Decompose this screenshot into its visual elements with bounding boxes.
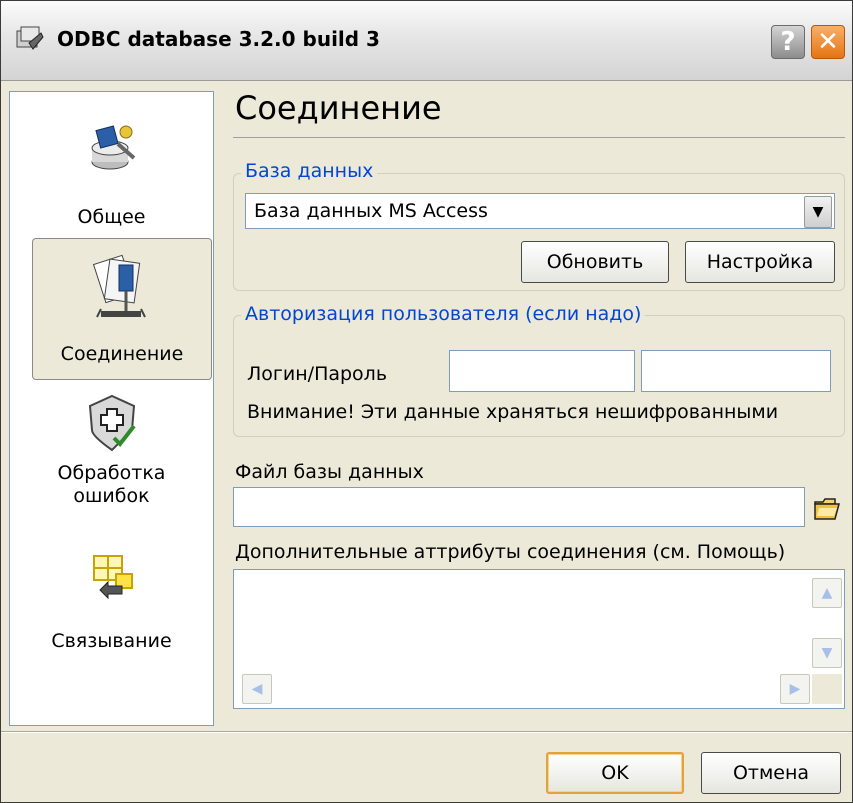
db-file-input[interactable] (233, 487, 805, 527)
password-field[interactable] (641, 350, 831, 392)
scroll-right-icon[interactable]: ▶ (780, 674, 810, 704)
settings-button[interactable]: Настройка (685, 241, 835, 283)
extra-attrs-label: Дополнительные аттрибуты соединения (см.… (235, 541, 786, 563)
login-field[interactable] (449, 350, 635, 392)
scroll-down-icon[interactable]: ▼ (812, 638, 842, 668)
sidebar-item-label: Общее (77, 206, 146, 228)
database-select[interactable]: База данных MS Access ▼ (245, 193, 835, 229)
scroll-corner (812, 674, 842, 704)
login-password-label: Логин/Пароль (247, 363, 388, 385)
title-divider (233, 137, 845, 138)
chevron-down-icon[interactable]: ▼ (804, 196, 832, 228)
footer-divider (1, 731, 852, 733)
sidebar-item-label: Связывание (51, 630, 172, 652)
cancel-button[interactable]: Отмена (701, 752, 841, 794)
app-icon (16, 26, 44, 50)
sidebar-item-error-handling[interactable]: Обработка ошибок (10, 392, 213, 522)
database-group-label: База данных (241, 160, 378, 182)
error-handling-icon (88, 394, 136, 452)
page-title: Соединение (235, 89, 442, 127)
sidebar-item-label: Обработка ошибок (57, 462, 166, 507)
scroll-left-icon[interactable]: ◀ (242, 674, 272, 704)
sidebar-item-binding[interactable]: Связывание (10, 542, 213, 672)
db-file-label: Файл базы данных (235, 461, 424, 483)
title-bar[interactable]: ODBC database 3.2.0 build 3 ? ✕ (1, 1, 852, 81)
connection-icon (92, 254, 146, 318)
window-title: ODBC database 3.2.0 build 3 (57, 27, 380, 51)
sidebar-item-label: Соединение (60, 343, 184, 365)
folder-open-icon[interactable] (811, 491, 845, 525)
auth-group-label: Авторизация пользователя (если надо) (241, 303, 646, 325)
sidebar: Общее Соединение Обработка ошибок Связыв… (9, 91, 214, 726)
database-select-value: База данных MS Access (254, 200, 488, 222)
refresh-button[interactable]: Обновить (521, 241, 669, 283)
sidebar-item-connection[interactable]: Соединение (32, 238, 212, 380)
warning-text: Внимание! Эти данные храняться нешифрова… (247, 401, 779, 423)
extra-attrs-textarea[interactable]: ▲ ▼ ◀ ▶ (233, 569, 845, 709)
dialog-window: ODBC database 3.2.0 build 3 ? ✕ Общее Со… (0, 0, 853, 803)
sidebar-item-general[interactable]: Общее (10, 106, 213, 236)
close-button[interactable]: ✕ (811, 25, 845, 59)
help-button[interactable]: ? (771, 25, 805, 59)
general-icon (91, 125, 136, 170)
ok-button[interactable]: OK (546, 752, 684, 794)
scroll-up-icon[interactable]: ▲ (812, 578, 842, 608)
binding-icon (93, 555, 133, 600)
